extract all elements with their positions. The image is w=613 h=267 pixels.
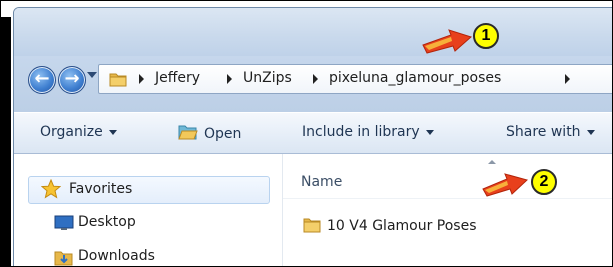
annotation-arrow-2-icon (481, 171, 529, 201)
file-name: 10 V4 Glamour Poses (327, 218, 477, 234)
header-divider (283, 198, 612, 199)
back-button[interactable]: ← (28, 66, 56, 94)
breadcrumb-item-pixeluna[interactable]: pixeluna_glamour_poses (329, 70, 501, 86)
recent-pages-dropdown-icon[interactable] (87, 72, 97, 78)
command-bar: Organize Open Include in library Share w… (14, 112, 612, 154)
file-list-pane: Name 10 V4 Glamour Poses (283, 154, 612, 266)
desktop-icon (54, 215, 74, 235)
nav-item-downloads[interactable]: Downloads (54, 246, 254, 266)
breadcrumb-item-unzips[interactable]: UnZips (243, 70, 292, 86)
downloads-label: Downloads (78, 248, 155, 264)
breadcrumb-separator-icon[interactable] (227, 74, 232, 84)
left-edge-black-bar (1, 1, 11, 266)
breadcrumb-item-jeffery[interactable]: Jeffery (155, 70, 200, 86)
screenshot-frame: ← → Jeffery UnZips pixeluna_glamour_pose… (0, 0, 613, 267)
organize-label: Organize (40, 124, 103, 140)
sort-ascending-icon (488, 160, 496, 164)
favorites-label: Favorites (69, 181, 133, 197)
open-button[interactable]: Open (178, 124, 241, 144)
breadcrumb-separator-icon[interactable] (565, 74, 570, 84)
address-bar[interactable]: Jeffery UnZips pixeluna_glamour_poses (98, 64, 612, 94)
breadcrumb-separator-icon[interactable] (313, 74, 318, 84)
open-label: Open (204, 126, 242, 142)
desktop-label: Desktop (78, 214, 136, 230)
include-label: Include in library (302, 124, 420, 140)
column-header-name[interactable]: Name (301, 174, 342, 190)
forward-button[interactable]: → (58, 66, 86, 94)
forward-arrow-icon: → (64, 68, 80, 89)
organize-button[interactable]: Organize (40, 124, 117, 140)
share-with-button[interactable]: Share with (506, 124, 595, 140)
nav-item-desktop[interactable]: Desktop (54, 212, 254, 236)
annotation-badge-1: 1 (473, 23, 499, 49)
annotation-badge-2: 2 (531, 169, 557, 195)
explorer-window: ← → Jeffery UnZips pixeluna_glamour_pose… (13, 7, 612, 266)
file-row[interactable]: 10 V4 Glamour Poses (289, 212, 612, 238)
annotation-arrow-1-icon (421, 29, 473, 59)
star-icon (40, 178, 62, 203)
favorites-item[interactable]: Favorites (28, 176, 270, 204)
title-bar[interactable] (14, 8, 612, 56)
folder-icon (303, 216, 321, 238)
include-in-library-button[interactable]: Include in library (302, 124, 434, 140)
folder-icon (109, 71, 127, 91)
chevron-down-icon (425, 129, 434, 135)
share-label: Share with (506, 124, 581, 140)
back-arrow-icon: ← (34, 68, 50, 89)
navigation-pane: Favorites Desktop Downloads (14, 154, 282, 266)
chevron-down-icon (108, 129, 117, 135)
open-folder-icon (178, 124, 198, 144)
breadcrumb-separator-icon[interactable] (139, 74, 144, 84)
chevron-down-icon (586, 129, 595, 135)
downloads-folder-icon (54, 249, 74, 266)
